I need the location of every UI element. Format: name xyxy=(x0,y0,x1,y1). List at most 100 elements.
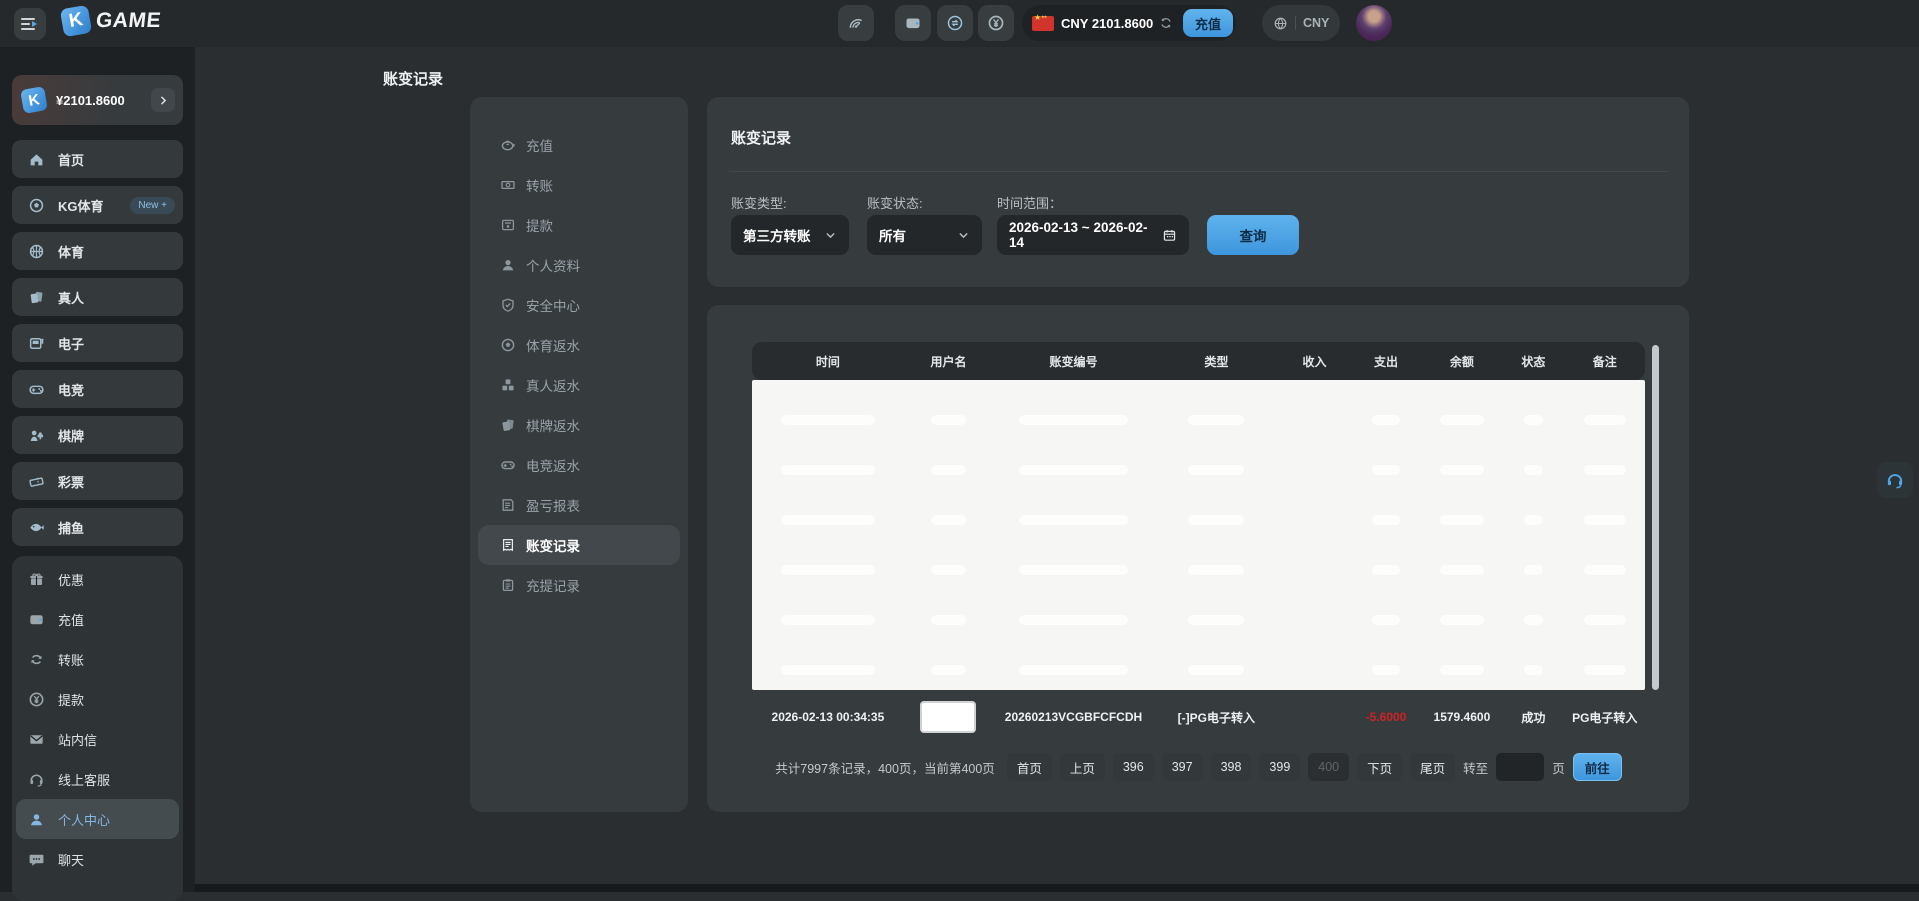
wallet-icon xyxy=(28,611,45,628)
sidebar-item-label: 电子 xyxy=(58,334,84,353)
page-button-399[interactable]: 399 xyxy=(1259,753,1300,781)
table-row[interactable]: 2026-02-13 00:34:3520260213VCGBFCFCDH[-]… xyxy=(752,695,1645,739)
cell-remark: PG电子转入 xyxy=(1565,709,1645,726)
prev-page-button[interactable]: 上页 xyxy=(1060,753,1105,781)
sidebar-item-sync[interactable]: 转账 xyxy=(16,639,179,679)
submenu-item-dice[interactable]: 真人返水 xyxy=(478,365,680,405)
sidebar-item-fish[interactable]: 捕鱼 xyxy=(12,508,183,546)
sidebar-item-label: 聊天 xyxy=(58,850,84,869)
change-type-select[interactable]: 第三方转账 xyxy=(731,215,849,255)
cards2-icon xyxy=(500,417,516,433)
change-status-select[interactable]: 所有 xyxy=(867,215,982,255)
last-page-button[interactable]: 尾页 xyxy=(1410,753,1455,781)
submenu-item-gamepad[interactable]: 电竞返水 xyxy=(478,445,680,485)
column-header: 时间 xyxy=(752,353,904,370)
logo[interactable]: K GAME xyxy=(62,7,161,35)
sidebar-item-label: 提款 xyxy=(58,690,84,709)
sidebar-item-label: KG体育 xyxy=(58,196,104,215)
customer-support-button[interactable] xyxy=(1877,462,1913,498)
column-header: 余额 xyxy=(1422,353,1502,370)
sidebar-item-mail[interactable]: 站内信 xyxy=(16,719,179,759)
sidebar-balance-card[interactable]: K ¥2101.8600 xyxy=(12,75,183,125)
page-button-398[interactable]: 398 xyxy=(1211,753,1252,781)
sidebar-item-basketball[interactable]: 体育 xyxy=(12,232,183,270)
ghost-row xyxy=(752,610,1645,630)
go-button[interactable]: 前往 xyxy=(1573,753,1622,781)
sidebar-item-chat[interactable]: 聊天 xyxy=(16,839,179,879)
gamepad-icon xyxy=(500,457,516,473)
sidebar-item-headset[interactable]: 线上客服 xyxy=(16,759,179,799)
sidebar-item-cards[interactable]: 真人 xyxy=(12,278,183,316)
submenu-item-pig[interactable]: 充值 xyxy=(478,125,680,165)
sidebar-item-ticket[interactable]: 彩票 xyxy=(12,462,183,500)
cell-type: [-]PG电子转入 xyxy=(1154,709,1279,726)
logo-k-tile: K xyxy=(60,5,92,37)
submenu-item-soccer[interactable]: 体育返水 xyxy=(478,325,680,365)
next-page-button[interactable]: 下页 xyxy=(1357,753,1402,781)
sidebar-item-label: 线上客服 xyxy=(58,770,110,789)
goto-page-input[interactable] xyxy=(1496,753,1544,781)
records-table-card: 时间用户名账变编号类型收入支出余额状态备注 2026-02-13 00:34:3… xyxy=(707,305,1689,812)
account-submenu: 充值转账提款个人资料安全中心体育返水真人返水棋牌返水电竞返水盈亏报表账变记录充提… xyxy=(470,97,688,812)
currency-balance-pill[interactable]: CNY 2101.8600 充值 xyxy=(1022,5,1236,41)
submenu-item-person[interactable]: 个人资料 xyxy=(478,245,680,285)
column-header: 收入 xyxy=(1279,353,1350,370)
sidebar-item-home[interactable]: 首页 xyxy=(12,140,183,178)
sidebar-item-wallet[interactable]: 充值 xyxy=(16,599,179,639)
cell-balance: 1579.4600 xyxy=(1422,710,1502,724)
submenu-item-shield[interactable]: 安全中心 xyxy=(478,285,680,325)
submenu-item-label: 个人资料 xyxy=(526,255,580,275)
username-placeholder-box xyxy=(904,703,993,731)
sidebar-item-gift[interactable]: 优惠 xyxy=(16,559,179,599)
transfer-icon xyxy=(946,14,964,32)
refresh-balance-icon[interactable] xyxy=(1159,16,1173,30)
column-header: 账变编号 xyxy=(993,353,1154,370)
fish-icon xyxy=(28,519,45,536)
deposit-button[interactable]: 充值 xyxy=(1183,9,1233,37)
first-page-button[interactable]: 首页 xyxy=(1007,753,1052,781)
submenu-item-report[interactable]: 盈亏报表 xyxy=(478,485,680,525)
table-header-row: 时间用户名账变编号类型收入支出余额状态备注 xyxy=(752,342,1645,380)
query-button[interactable]: 查询 xyxy=(1207,215,1299,255)
mail-icon xyxy=(28,731,45,748)
language-currency-pill[interactable]: CNY xyxy=(1262,5,1340,41)
submenu-item-banknote[interactable]: 转账 xyxy=(478,165,680,205)
wallet-icon-button[interactable] xyxy=(895,5,931,41)
quick-icon-group xyxy=(838,5,1014,41)
submenu-item-atm[interactable]: 提款 xyxy=(478,205,680,245)
sync-icon xyxy=(28,651,45,668)
submenu-item-clipboard[interactable]: 充提记录 xyxy=(478,565,680,605)
sidebar-item-coin[interactable]: 提款 xyxy=(16,679,179,719)
menu-toggle-button[interactable] xyxy=(14,8,46,40)
pig-icon xyxy=(500,137,516,153)
person-icon xyxy=(500,257,516,273)
page-button-397[interactable]: 397 xyxy=(1162,753,1203,781)
chess-icon xyxy=(28,427,45,444)
headset-icon xyxy=(28,771,45,788)
submenu-item-label: 提款 xyxy=(526,215,553,235)
sidebar-item-chess[interactable]: 棋牌 xyxy=(12,416,183,454)
divider xyxy=(1295,16,1296,30)
cn-flag-icon xyxy=(1032,16,1054,31)
submenu-item-label: 电竞返水 xyxy=(526,455,580,475)
sidebar-item-soccer[interactable]: KG体育New + xyxy=(12,186,183,224)
user-avatar[interactable] xyxy=(1356,5,1392,41)
coin-icon xyxy=(28,691,45,708)
sidebar-item-person[interactable]: 个人中心 xyxy=(16,799,179,839)
page-button-396[interactable]: 396 xyxy=(1113,753,1154,781)
signal-icon-button[interactable] xyxy=(838,5,874,41)
sidebar-item-gamepad[interactable]: 电竞 xyxy=(12,370,183,408)
balance-expand-button[interactable] xyxy=(151,88,175,112)
table-scrollbar[interactable] xyxy=(1652,345,1659,690)
gift-icon xyxy=(28,571,45,588)
sidebar-item-slot[interactable]: 电子 xyxy=(12,324,183,362)
date-range-picker[interactable]: 2026-02-13 ~ 2026-02-14 xyxy=(997,215,1189,255)
transfer-icon-button[interactable] xyxy=(937,5,973,41)
submenu-item-cards2[interactable]: 棋牌返水 xyxy=(478,405,680,445)
balance-amount: CNY 2101.8600 xyxy=(1061,16,1153,31)
cell-expense: -5.6000 xyxy=(1350,710,1421,724)
cell-status: 成功 xyxy=(1502,709,1565,726)
submenu-item-receipt[interactable]: 账变记录 xyxy=(478,525,680,565)
coin-icon-button[interactable] xyxy=(978,5,1014,41)
cards-icon xyxy=(28,289,45,306)
